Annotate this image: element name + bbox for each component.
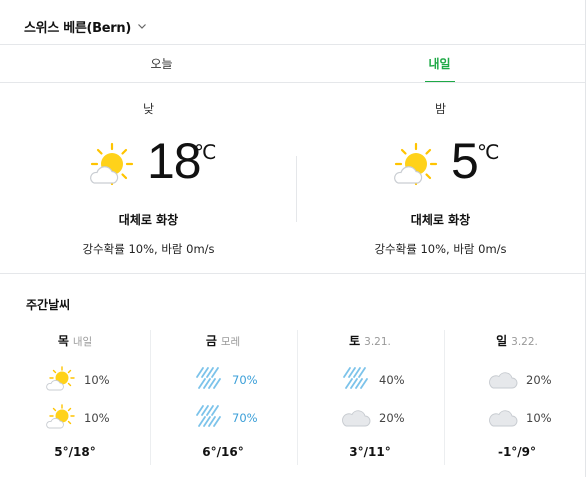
am-precip: 70%: [232, 373, 258, 387]
day-header: 목 내일: [2, 332, 148, 349]
night-description: 대체로 화창: [410, 213, 471, 227]
day-date: 내일: [72, 336, 93, 348]
partly-sunny-icon: [46, 366, 76, 392]
rain-icon: [341, 366, 371, 392]
temp-unit: ℃: [194, 140, 217, 164]
am-precip: 20%: [526, 373, 552, 387]
day-date: 3.21.: [364, 336, 391, 348]
am-precip: 40%: [379, 373, 405, 387]
day-description: 대체로 화창: [118, 213, 179, 227]
day-column: 금 모레 70% 70% 6°/16°: [150, 324, 296, 469]
day-name: 일: [496, 334, 508, 348]
temp-range: 3°/11°: [349, 445, 391, 459]
day-name: 목: [57, 334, 69, 348]
day-name: 토: [349, 334, 361, 348]
cloudy-icon: [488, 366, 518, 392]
tab-today[interactable]: 오늘: [15, 44, 308, 82]
cloudy-icon: [341, 404, 371, 430]
location-selector[interactable]: 스위스 베른(Bern): [24, 16, 147, 36]
partly-sunny-icon: [394, 142, 438, 186]
day-temperature: 18: [147, 133, 202, 189]
temp-unit: ℃: [477, 140, 500, 164]
day-column: 목 내일 10% 10% 5°/18°: [2, 324, 148, 469]
location-name: 스위스 베른(Bern): [24, 20, 132, 36]
temp-range: 5°/18°: [54, 445, 96, 459]
day-details: 강수확률 10%, 바람 0m/s: [82, 242, 215, 256]
divider: [0, 273, 585, 274]
day-column: 일 3.22. 20% 10% -1°/9°: [444, 324, 587, 469]
partly-sunny-icon: [46, 404, 76, 430]
day-date: 3.22.: [511, 336, 538, 348]
cloudy-icon: [488, 404, 518, 430]
day-column: 토 3.21. 40% 20% 3°/11°: [297, 324, 443, 469]
day-panel: 낮 18 ℃ 대체로 화창 강수확률 10%, 바람 0m/s: [2, 100, 295, 257]
rain-icon: [194, 366, 224, 392]
night-panel: 밤 5 ℃ 대체로 화창 강수확률 10%, 바람 0m/s: [294, 100, 587, 257]
day-header: 토 3.21.: [297, 332, 443, 349]
pm-precip: 10%: [84, 411, 110, 425]
pm-precip: 10%: [526, 411, 552, 425]
night-label: 밤: [434, 102, 447, 116]
divider: [0, 82, 585, 83]
day-date: 모레: [220, 336, 241, 348]
rain-icon: [194, 404, 224, 430]
partly-sunny-icon: [90, 142, 134, 186]
night-temperature: 5: [451, 133, 479, 189]
am-precip: 10%: [84, 373, 110, 387]
day-header: 금 모레: [150, 332, 296, 349]
weekly-title: 주간날씨: [26, 298, 71, 312]
pm-precip: 20%: [379, 411, 405, 425]
day-name: 금: [205, 334, 217, 348]
day-header: 일 3.22.: [444, 332, 587, 349]
day-label: 낮: [142, 102, 155, 116]
chevron-down-icon: [138, 24, 146, 29]
weather-widget: 스위스 베른(Bern) 오늘 내일 낮 18 ℃ 대체로 화창 강수확률 10…: [0, 0, 586, 477]
tab-tomorrow[interactable]: 내일: [293, 44, 586, 82]
pm-precip: 70%: [232, 411, 258, 425]
temp-range: 6°/16°: [202, 445, 244, 459]
night-details: 강수확률 10%, 바람 0m/s: [374, 242, 507, 256]
temp-range: -1°/9°: [497, 445, 537, 459]
